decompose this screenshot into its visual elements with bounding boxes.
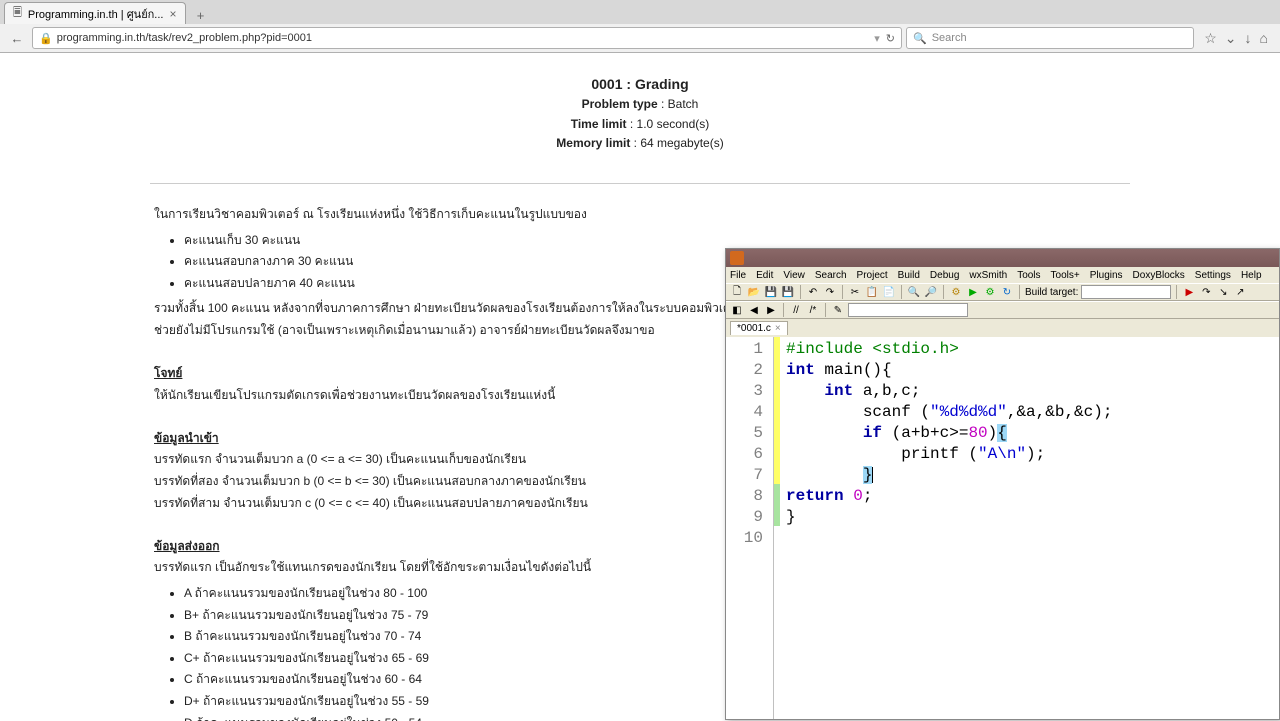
close-icon[interactable]: × [775, 323, 781, 334]
code-area[interactable]: #include <stdio.h> int main(){ int a,b,c… [780, 337, 1279, 719]
run-icon[interactable]: ▶ [966, 285, 980, 299]
copy-icon[interactable]: 📋 [865, 285, 879, 299]
browser-tab[interactable]: 🗏 Programming.in.th | ศูนย์ก... × [4, 2, 186, 24]
menu-doxyblocks[interactable]: DoxyBlocks [1133, 270, 1185, 281]
menu-tools[interactable]: Tools [1017, 270, 1040, 281]
menu-debug[interactable]: Debug [930, 270, 959, 281]
highlight-icon[interactable]: ✎ [831, 303, 845, 317]
search-icon: 🔍 [913, 32, 927, 45]
build-target-label: Build target: [1025, 287, 1078, 298]
url-text: programming.in.th/task/rev2_problem.php?… [57, 32, 312, 44]
paste-icon[interactable]: 📄 [882, 285, 896, 299]
browser-chrome: 🗏 Programming.in.th | ศูนย์ก... × + ← 🔒 … [0, 0, 1280, 53]
reload-icon[interactable]: ↻ [886, 32, 895, 45]
save-all-icon[interactable]: 💾 [781, 285, 795, 299]
menu-help[interactable]: Help [1241, 270, 1262, 281]
menu-file[interactable]: File [730, 270, 746, 281]
menu-view[interactable]: View [783, 270, 805, 281]
debug-run-icon[interactable]: ▶ [1182, 285, 1196, 299]
file-tab[interactable]: *0001.c × [730, 321, 788, 335]
build-run-icon[interactable]: ⚙ [983, 285, 997, 299]
pocket-icon[interactable]: ⌄ [1225, 30, 1237, 47]
menu-toolsplus[interactable]: Tools+ [1051, 270, 1080, 281]
toolbar-icons: ☆ ⌄ ↓ ⌂ [1198, 30, 1274, 47]
address-bar: ← 🔒 programming.in.th/task/rev2_problem.… [0, 24, 1280, 52]
comment-icon[interactable]: // [789, 303, 803, 317]
step-into-icon[interactable]: ↘ [1216, 285, 1230, 299]
menu-search[interactable]: Search [815, 270, 847, 281]
redo-icon[interactable]: ↷ [823, 285, 837, 299]
bookmark-toggle-icon[interactable]: ◧ [730, 303, 744, 317]
new-tab-button[interactable]: + [190, 6, 212, 24]
bookmark-next-icon[interactable]: ▶ [764, 303, 778, 317]
ide-toolbar-1: 🗋 📂 💾 💾 ↶ ↷ ✂ 📋 📄 🔍 🔎 ⚙ ▶ ⚙ ↻ Build targ… [726, 283, 1279, 301]
ide-toolbar-2: ◧ ◀ ▶ // /* ✎ [726, 301, 1279, 319]
home-icon[interactable]: ⌂ [1260, 30, 1268, 47]
tab-title: Programming.in.th | ศูนย์ก... [28, 5, 164, 23]
menu-settings[interactable]: Settings [1195, 270, 1231, 281]
new-file-icon[interactable]: 🗋 [730, 285, 744, 299]
undo-icon[interactable]: ↶ [806, 285, 820, 299]
save-icon[interactable]: 💾 [764, 285, 778, 299]
bookmark-icon[interactable]: ☆ [1204, 30, 1217, 47]
build-target-select[interactable] [1081, 285, 1171, 299]
downloads-icon[interactable]: ↓ [1245, 30, 1252, 47]
replace-icon[interactable]: 🔎 [924, 285, 938, 299]
line-gutter: 12345678910 [726, 337, 774, 719]
ide-file-tabs: *0001.c × [726, 319, 1279, 337]
ide-menubar: File Edit View Search Project Build Debu… [726, 267, 1279, 283]
app-icon [730, 251, 744, 265]
close-icon[interactable]: × [169, 7, 176, 21]
bookmark-prev-icon[interactable]: ◀ [747, 303, 761, 317]
cut-icon[interactable]: ✂ [848, 285, 862, 299]
uncomment-icon[interactable]: /* [806, 303, 820, 317]
ide-titlebar[interactable] [726, 249, 1279, 267]
menu-project[interactable]: Project [857, 270, 888, 281]
menu-build[interactable]: Build [898, 270, 920, 281]
search-input[interactable]: 🔍 Search [906, 27, 1194, 49]
problem-header: 0001 : Grading Problem type : Batch Time… [150, 73, 1130, 153]
page-icon: 🗏 [13, 4, 22, 23]
build-icon[interactable]: ⚙ [949, 285, 963, 299]
step-over-icon[interactable]: ↷ [1199, 285, 1213, 299]
menu-wxsmith[interactable]: wxSmith [969, 270, 1007, 281]
open-icon[interactable]: 📂 [747, 285, 761, 299]
url-input[interactable]: 🔒 programming.in.th/task/rev2_problem.ph… [32, 27, 902, 49]
ide-window: File Edit View Search Project Build Debu… [725, 248, 1280, 720]
file-tab-label: *0001.c [737, 323, 771, 334]
dropdown-icon[interactable]: ▾ [874, 32, 880, 45]
code-editor[interactable]: 12345678910 #include <stdio.h> int main(… [726, 337, 1279, 719]
find-icon[interactable]: 🔍 [907, 285, 921, 299]
menu-plugins[interactable]: Plugins [1090, 270, 1123, 281]
browser-tab-bar: 🗏 Programming.in.th | ศูนย์ก... × + [0, 0, 1280, 24]
search-placeholder: Search [932, 32, 967, 44]
step-out-icon[interactable]: ↗ [1233, 285, 1247, 299]
back-button[interactable]: ← [6, 27, 28, 49]
problem-title: 0001 : Grading [150, 73, 1130, 95]
site-info-icon[interactable]: 🔒 [39, 32, 53, 45]
menu-edit[interactable]: Edit [756, 270, 773, 281]
rebuild-icon[interactable]: ↻ [1000, 285, 1014, 299]
symbol-select[interactable] [848, 303, 968, 317]
